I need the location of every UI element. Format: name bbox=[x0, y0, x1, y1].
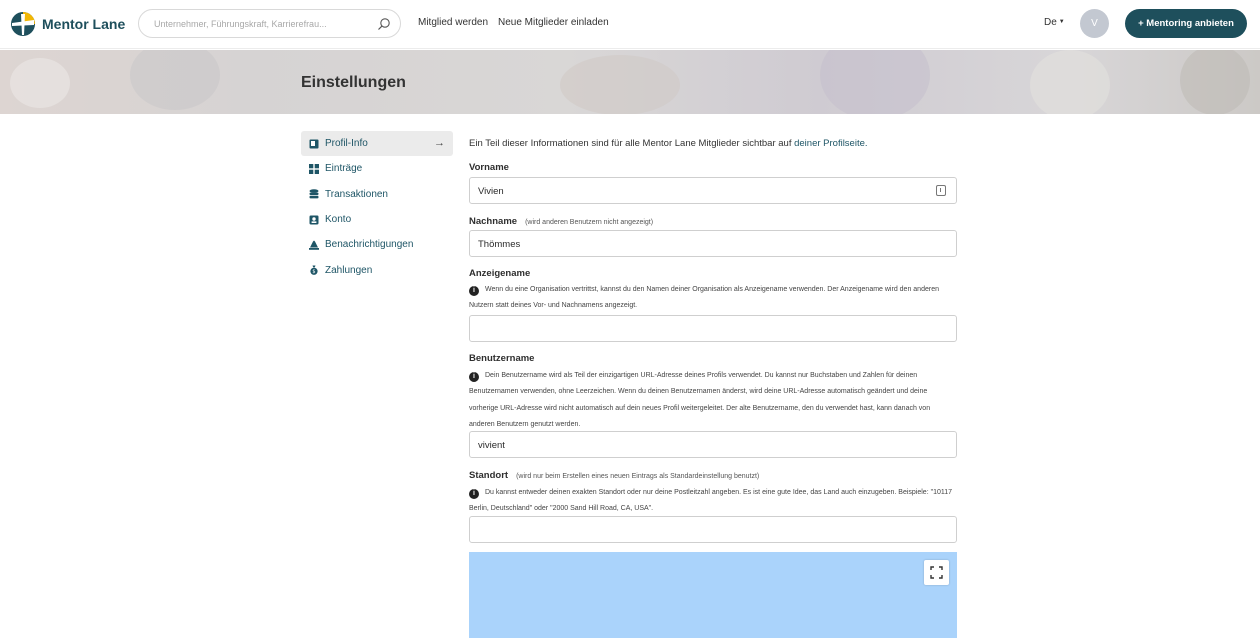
account-icon bbox=[309, 215, 319, 225]
nachname-label: Nachname (wird anderen Benutzern nicht an… bbox=[469, 216, 653, 227]
nachname-input[interactable] bbox=[478, 237, 918, 251]
fullscreen-button[interactable] bbox=[924, 560, 949, 585]
sidebar-item-konto[interactable]: Konto bbox=[301, 207, 453, 232]
intro-text: Ein Teil dieser Informationen sind für a… bbox=[469, 138, 868, 149]
mentor-lane-logo-icon bbox=[10, 11, 36, 37]
language-selector[interactable]: De ▼ bbox=[1044, 17, 1065, 28]
standort-field[interactable] bbox=[469, 516, 957, 543]
nachname-label-text: Nachname bbox=[469, 216, 518, 227]
sidebar-item-label: Benachrichtigungen bbox=[325, 239, 414, 251]
sidebar-item-benachrichtigungen[interactable]: Benachrichtigungen bbox=[301, 232, 453, 257]
location-map[interactable] bbox=[469, 552, 957, 638]
logo[interactable]: Mentor Lane bbox=[10, 11, 125, 37]
arrow-right-icon: → bbox=[434, 137, 445, 149]
top-navigation-bar: Mentor Lane Mitglied werden Neue Mitglie… bbox=[0, 0, 1260, 49]
avatar[interactable]: V bbox=[1080, 9, 1109, 38]
nav-link-mitglied-werden[interactable]: Mitglied werden bbox=[418, 17, 488, 28]
info-icon: i bbox=[469, 489, 479, 499]
page-title: Einstellungen bbox=[301, 74, 406, 91]
standort-help-text: Du kannst entweder deinen exakten Stando… bbox=[469, 489, 953, 513]
offer-mentoring-button[interactable]: + Mentoring anbieten bbox=[1125, 9, 1247, 38]
benutzername-input[interactable] bbox=[478, 438, 918, 452]
vorname-field[interactable] bbox=[469, 177, 957, 204]
sidebar-item-zahlungen[interactable]: $ Zahlungen bbox=[301, 257, 453, 282]
standort-label-text: Standort bbox=[469, 470, 509, 481]
sidebar-item-transaktionen[interactable]: Transaktionen bbox=[301, 182, 453, 207]
svg-text:$: $ bbox=[312, 269, 315, 275]
search-box[interactable] bbox=[138, 9, 401, 38]
sidebar-item-profil-info[interactable]: Profil-Info → bbox=[301, 131, 453, 157]
chevron-down-icon: ▼ bbox=[1058, 19, 1065, 25]
profile-card-icon bbox=[309, 139, 319, 149]
logo-text: Mentor Lane bbox=[42, 16, 126, 32]
fullscreen-icon bbox=[930, 566, 943, 579]
autofill-icon[interactable] bbox=[936, 185, 946, 196]
anzeigename-label: Anzeigename bbox=[469, 268, 531, 279]
intro-text-body: Ein Teil dieser Informationen sind für a… bbox=[469, 138, 795, 149]
vorname-label: Vorname bbox=[469, 162, 509, 173]
standort-input[interactable] bbox=[478, 523, 918, 537]
hero-banner: Einstellungen bbox=[0, 50, 1260, 114]
stack-icon bbox=[309, 189, 319, 199]
anzeigename-help-text: Wenn du eine Organisation vertrittst, ka… bbox=[469, 286, 939, 310]
settings-sidebar: Profil-Info → Einträge Transaktionen Kon… bbox=[301, 131, 453, 283]
benutzername-help: i Dein Benutzername wird als Teil der ein… bbox=[469, 368, 957, 433]
nachname-field[interactable] bbox=[469, 230, 957, 257]
anzeigename-help: i Wenn du eine Organisation vertrittst, k… bbox=[469, 282, 957, 315]
benutzername-field[interactable] bbox=[469, 431, 957, 458]
language-label: De bbox=[1044, 17, 1057, 28]
money-bag-icon: $ bbox=[309, 265, 319, 275]
info-icon: i bbox=[469, 372, 479, 382]
sidebar-item-label: Konto bbox=[325, 214, 352, 226]
benutzername-help-text: Dein Benutzername wird als Teil der einz… bbox=[469, 372, 931, 428]
search-input[interactable] bbox=[154, 16, 374, 32]
benutzername-label: Benutzername bbox=[469, 353, 535, 364]
sidebar-item-label: Zahlungen bbox=[325, 264, 373, 276]
hero-decor bbox=[1030, 50, 1110, 114]
hero-decor bbox=[560, 55, 680, 114]
standort-help: i Du kannst entweder deinen exakten Stand… bbox=[469, 485, 957, 518]
grid-icon bbox=[309, 163, 319, 174]
standort-label: Standort (wird nur beim Erstellen eines n… bbox=[469, 470, 759, 481]
vorname-input[interactable] bbox=[478, 184, 918, 198]
info-icon: i bbox=[469, 286, 479, 296]
sidebar-item-label: Profil-Info bbox=[325, 138, 368, 150]
anzeigename-input[interactable] bbox=[478, 322, 918, 336]
hero-decor bbox=[1180, 50, 1250, 114]
sidebar-item-label: Transaktionen bbox=[325, 188, 388, 200]
anzeigename-field[interactable] bbox=[469, 315, 957, 342]
profile-page-link[interactable]: deiner Profilseite. bbox=[794, 138, 867, 149]
hero-decor bbox=[820, 50, 930, 114]
hero-decor bbox=[130, 50, 220, 110]
nachname-hint: (wird anderen Benutzern nicht angezeigt) bbox=[525, 219, 654, 226]
nav-link-neue-mitglieder-einladen[interactable]: Neue Mitglieder einladen bbox=[498, 17, 609, 28]
bell-icon bbox=[309, 240, 319, 250]
sidebar-item-label: Einträge bbox=[325, 163, 363, 175]
search-icon[interactable] bbox=[377, 17, 391, 31]
standort-hint: (wird nur beim Erstellen eines neuen Ein… bbox=[516, 473, 760, 480]
hero-decor bbox=[10, 58, 70, 108]
sidebar-item-eintraege[interactable]: Einträge bbox=[301, 156, 453, 181]
